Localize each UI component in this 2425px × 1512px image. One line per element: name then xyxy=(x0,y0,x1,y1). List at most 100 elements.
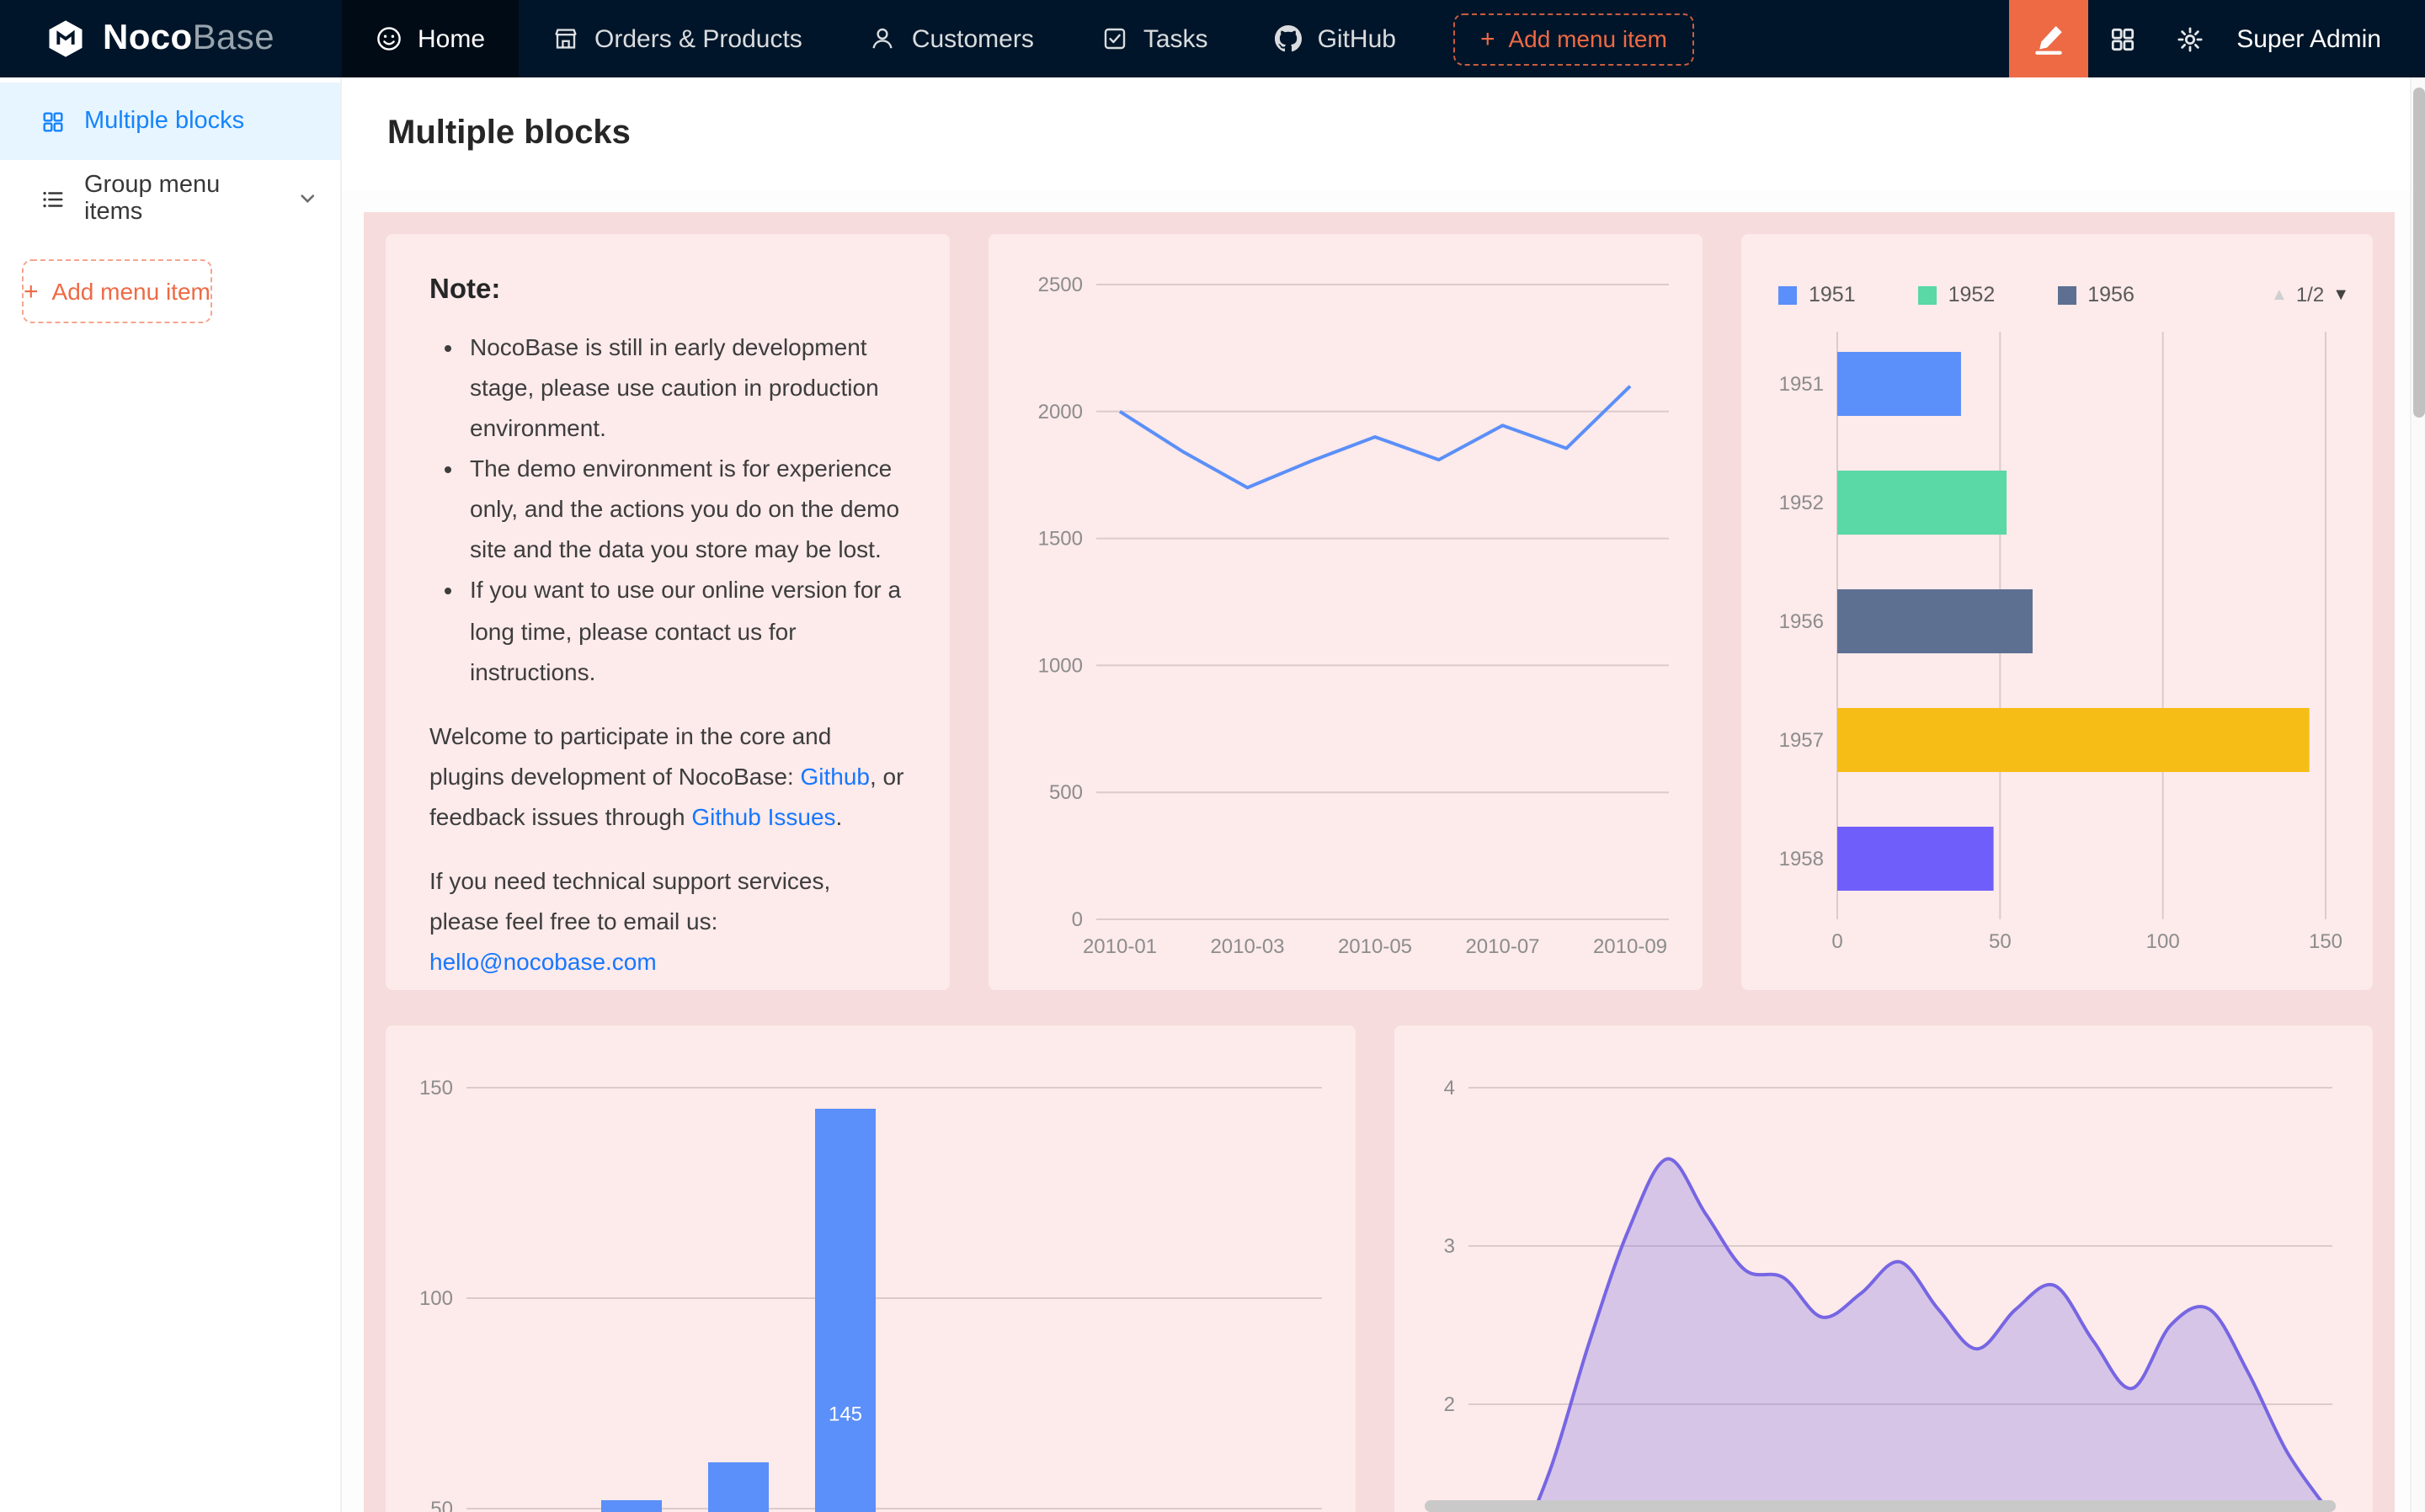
blocks-row-2: 50100150145 234 xyxy=(386,1025,2373,1512)
nav-add-menu-item-button[interactable]: + Add menu item xyxy=(1453,13,1694,65)
sidebar-add-menu-item-button[interactable]: + Add menu item xyxy=(22,259,212,323)
blocks-row-1: Note: NocoBase is still in early develop… xyxy=(386,234,2373,990)
line-series xyxy=(1120,386,1630,488)
legend-swatch xyxy=(2057,285,2076,304)
y-tick-label: 1000 xyxy=(1038,654,1083,677)
nav-add-menu-item-label: Add menu item xyxy=(1508,25,1666,52)
x-tick-label: 0 xyxy=(1831,930,1842,953)
nav-tab-customers[interactable]: Customers xyxy=(836,0,1068,77)
legend-swatch xyxy=(1918,285,1937,304)
sidebar-item-group-menu-items[interactable]: Group menu items xyxy=(0,160,340,237)
nav-tab-home[interactable]: Home xyxy=(342,0,519,77)
legend-pager-count: 1/2 xyxy=(2296,283,2324,306)
y-tick-label: 1951 xyxy=(1779,373,1824,396)
nav-tab-label: Orders & Products xyxy=(594,24,802,53)
note-bullet-list: NocoBase is still in early development s… xyxy=(429,327,906,691)
bar-1957 xyxy=(1837,708,2310,772)
plus-icon: + xyxy=(1480,26,1495,51)
nav-tab-tasks[interactable]: Tasks xyxy=(1068,0,1242,77)
bar xyxy=(708,1462,769,1512)
page-title: Multiple blocks xyxy=(387,114,631,153)
vertical-scrollbar[interactable] xyxy=(2410,77,2425,1512)
x-tick-label: 2010-09 xyxy=(1593,935,1667,958)
y-tick-label: 2 xyxy=(1444,1393,1455,1416)
y-tick-label: 500 xyxy=(1049,781,1083,804)
note-bullet: The demo environment is for experience o… xyxy=(470,448,906,569)
y-tick-label: 50 xyxy=(430,1498,453,1512)
nav-tab-github[interactable]: GitHub xyxy=(1242,0,1430,77)
y-tick-label: 150 xyxy=(419,1077,453,1099)
y-tick-label: 1957 xyxy=(1779,729,1824,752)
bar-1952 xyxy=(1837,471,2007,535)
nocobase-logo[interactable]: NocoBase xyxy=(0,0,342,77)
x-tick-label: 150 xyxy=(2309,930,2342,953)
page-design-panel: Note: NocoBase is still in early develop… xyxy=(364,212,2395,1512)
nav-tab-label: Tasks xyxy=(1143,24,1208,53)
horizontal-bar-chart-block: 195119521956▲1/2▼ 0501001501951195219561… xyxy=(1741,234,2373,990)
y-tick-label: 1958 xyxy=(1779,848,1824,870)
y-tick-label: 1956 xyxy=(1779,610,1824,633)
x-tick-label: 2010-07 xyxy=(1465,935,1539,958)
logo-text: NocoBase xyxy=(103,19,274,59)
scrollbar-thumb[interactable] xyxy=(2413,88,2425,418)
github-icon xyxy=(1276,25,1303,52)
nav-tab-label: GitHub xyxy=(1318,24,1396,53)
highlighter-icon xyxy=(2031,21,2066,56)
note-bullet: If you want to use our online version fo… xyxy=(470,570,906,691)
nocobase-logo-icon xyxy=(44,17,88,61)
bar-1956 xyxy=(1837,589,2033,653)
github-issues-link[interactable]: Github Issues xyxy=(691,803,835,830)
y-tick-label: 2500 xyxy=(1038,274,1083,296)
list-icon xyxy=(40,186,66,211)
bar-1951 xyxy=(1837,352,1961,416)
plugin-manager-button[interactable] xyxy=(2088,0,2156,77)
sidebar-item-multiple-blocks[interactable]: Multiple blocks xyxy=(0,83,340,160)
chevron-down-icon xyxy=(298,189,317,209)
ui-editor-button[interactable] xyxy=(2009,0,2088,77)
x-tick-label: 2010-01 xyxy=(1083,935,1157,958)
nav-tab-orders-products[interactable]: Orders & Products xyxy=(519,0,836,77)
page-title-bar: Multiple blocks xyxy=(342,77,2410,190)
x-tick-label: 2010-05 xyxy=(1338,935,1412,958)
legend-item-1951[interactable]: 1951 xyxy=(1778,283,1856,306)
bar xyxy=(815,1109,876,1512)
legend-pager-down-icon[interactable]: ▼ xyxy=(2332,285,2349,304)
column-chart-block: 50100150145 xyxy=(386,1025,1356,1512)
appstore-grid-icon xyxy=(2108,24,2136,53)
github-link[interactable]: Github xyxy=(801,763,871,790)
legend-item-1956[interactable]: 1956 xyxy=(2057,283,2135,306)
sidebar: Multiple blocks Group menu items + Add m… xyxy=(0,77,342,1512)
legend-pager: ▲ 1/2 ▼ xyxy=(2271,283,2349,306)
legend-pager-up-icon[interactable]: ▲ xyxy=(2271,285,2288,304)
nav-spacer xyxy=(1694,0,2009,77)
email-link[interactable]: hello@nocobase.com xyxy=(429,948,657,975)
x-tick-label: 50 xyxy=(1989,930,2012,953)
sidebar-add-menu-item-label: Add menu item xyxy=(52,278,211,305)
gear-icon xyxy=(2175,24,2204,53)
note-paragraph-2: If you need technical support services, … xyxy=(429,860,906,982)
nav-tab-label: Home xyxy=(418,24,485,53)
y-tick-label: 4 xyxy=(1444,1077,1455,1099)
bar xyxy=(601,1500,662,1512)
markdown-note-block: Note: NocoBase is still in early develop… xyxy=(386,234,950,990)
note-paragraph-1: Welcome to participate in the core and p… xyxy=(429,715,906,836)
sidebar-item-label: Group menu items xyxy=(84,172,273,226)
plus-icon: + xyxy=(24,279,39,304)
legend-item-1952[interactable]: 1952 xyxy=(1918,283,1996,306)
y-tick-label: 2000 xyxy=(1038,401,1083,423)
y-tick-label: 0 xyxy=(1072,908,1083,931)
y-tick-label: 1952 xyxy=(1779,492,1824,514)
y-tick-label: 100 xyxy=(419,1287,453,1310)
y-tick-label: 1500 xyxy=(1038,528,1083,551)
area-chart-svg: 234 xyxy=(1394,1025,2373,1512)
bar-chart-svg: 50100150145 xyxy=(386,1025,1356,1512)
settings-button[interactable] xyxy=(2156,0,2223,77)
user-name: Super Admin xyxy=(2236,24,2381,53)
user-menu[interactable]: Super Admin xyxy=(2223,0,2425,77)
app-root: NocoBase Home Orders & Products Customer… xyxy=(0,0,2425,1512)
top-navbar: NocoBase Home Orders & Products Customer… xyxy=(0,0,2425,77)
note-bullet: NocoBase is still in early development s… xyxy=(470,327,906,448)
sidebar-item-label: Multiple blocks xyxy=(84,108,244,135)
chart-slider[interactable] xyxy=(1425,1500,2336,1512)
hbar-legend: 1951 1952 1956 ▲ 1/2 ▼ xyxy=(1778,283,2349,306)
